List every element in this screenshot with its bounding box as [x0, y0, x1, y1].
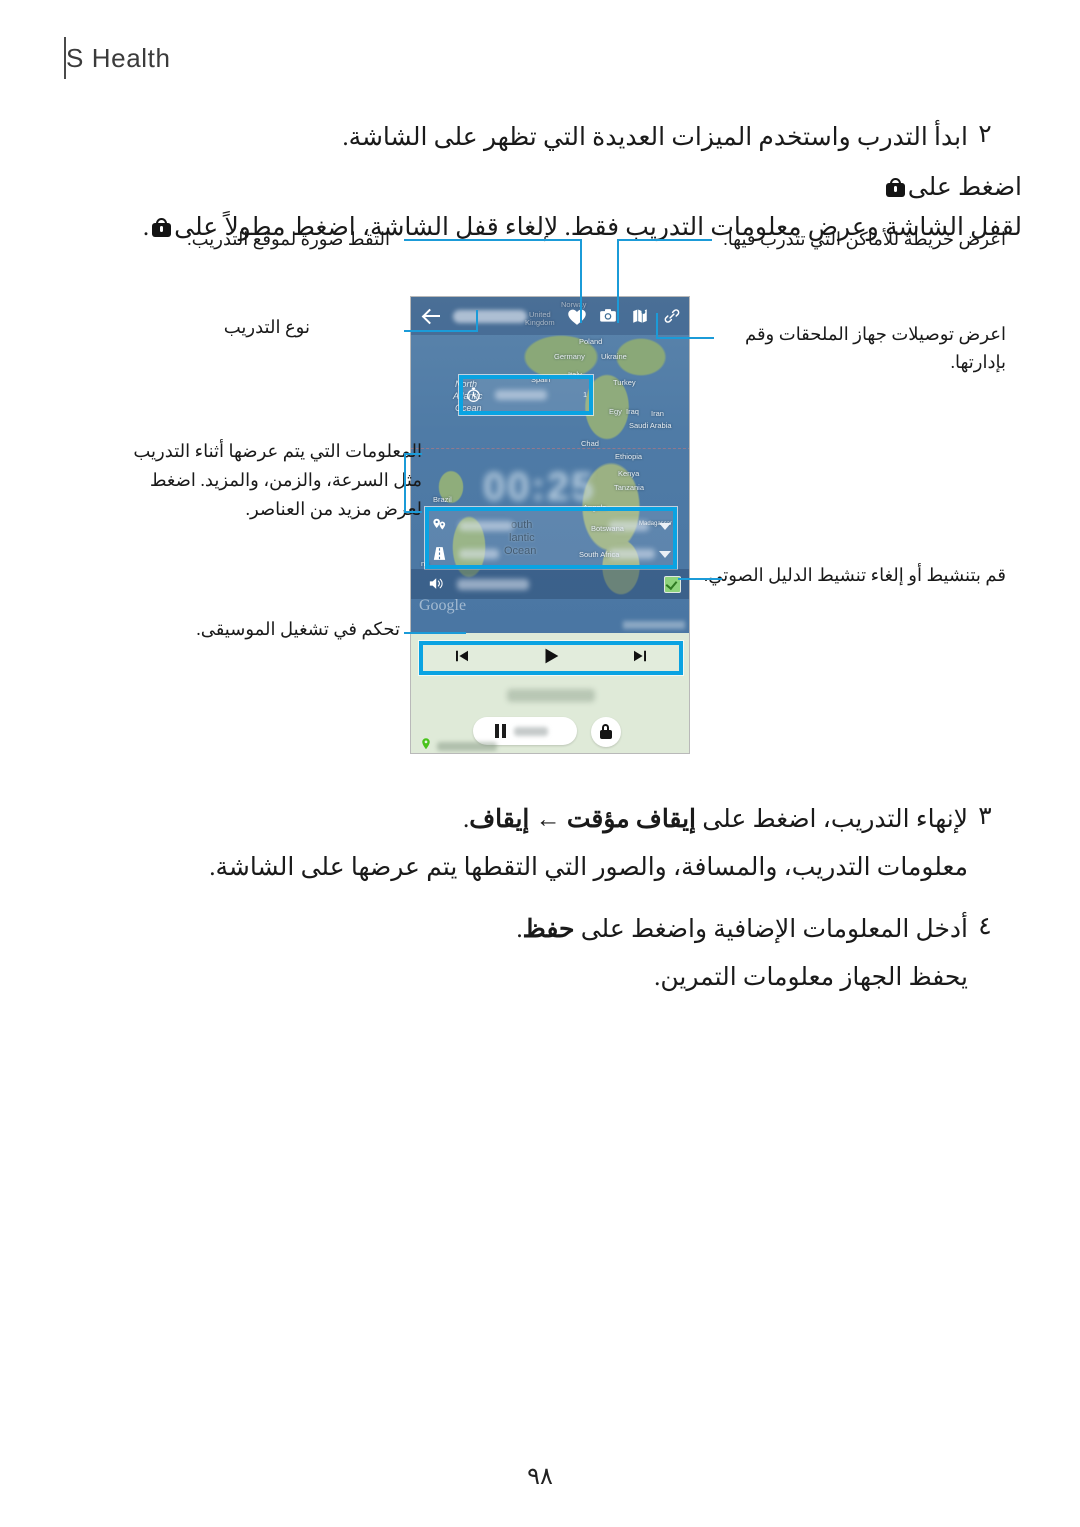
map-label: Poland — [579, 337, 603, 346]
play-icon[interactable] — [540, 645, 562, 672]
location-icon — [431, 517, 449, 535]
status-label — [437, 742, 497, 751]
back-icon[interactable] — [423, 307, 441, 325]
leader-line — [404, 239, 582, 241]
stat-row-location[interactable] — [431, 513, 671, 539]
phone-screenshot: Norway United Kingdom Poland Germany Ukr… — [410, 296, 690, 754]
stat-row-primary[interactable]: 1 — [465, 381, 587, 409]
leader-line — [617, 239, 712, 241]
road-icon — [431, 545, 449, 563]
map-icon[interactable] — [631, 307, 649, 325]
map-label: Germany — [554, 352, 585, 361]
step-4-bold: حفظ — [522, 916, 575, 943]
leader-line — [617, 239, 619, 323]
leader-line — [580, 239, 582, 323]
step-4-text: أدخل المعلومات الإضافية واضغط على حفظ. — [78, 910, 968, 950]
map-label: Brazil — [433, 495, 452, 504]
page-header: S Health — [42, 37, 1022, 79]
step-4-prefix: أدخل المعلومات الإضافية واضغط على — [574, 916, 968, 943]
heart-icon[interactable] — [567, 307, 586, 325]
leader-line — [476, 310, 478, 332]
callout-accessory-connections: اعرض توصيلات جهاز الملحقات وقم بإدارتها. — [744, 324, 1006, 372]
callout-workout-type: نوع التدريب — [223, 317, 310, 337]
leader-line — [656, 313, 658, 339]
map-label: Saudi Arabia — [629, 421, 672, 430]
step-4: ٤ أدخل المعلومات الإضافية واضغط على حفظ.… — [78, 910, 1002, 998]
pause-label — [514, 726, 548, 736]
lock-note-part1: اضغط على — [907, 174, 1022, 201]
step-4-sub: يحفظ الجهاز معلومات التمرين. — [654, 964, 968, 991]
callout-capture-photo: التقط صورة لموقع التدريب. — [187, 229, 390, 249]
timer-display: 00:25 — [483, 465, 596, 509]
map-label: Iraq — [626, 407, 639, 416]
step-2-number: ٢ — [978, 121, 992, 148]
leader-line — [404, 511, 422, 513]
map-label: Chad — [581, 439, 599, 448]
leader-line — [404, 453, 406, 513]
callout-map-view: اعرض خريطة للأماكن التي تتدرب فيها. — [723, 229, 1006, 249]
map-label: Tanzania — [614, 483, 645, 492]
next-track-icon[interactable] — [631, 647, 649, 670]
page-title: S Health — [66, 42, 171, 73]
leader-line — [404, 453, 422, 455]
lock-icon — [885, 178, 905, 197]
music-panel — [411, 633, 689, 753]
map-label: Egy — [609, 407, 622, 416]
map-attribution — [623, 621, 685, 629]
callout-music-control: تحكم في تشغيل الموسيقى. — [196, 619, 400, 639]
map-label: Ukraine — [601, 352, 627, 361]
pause-icon — [495, 724, 506, 738]
stat-unit: 1 — [583, 391, 587, 399]
pin-icon — [419, 737, 433, 753]
google-watermark: Google — [419, 597, 467, 614]
map-label: Iran — [651, 409, 664, 418]
page-number: ٩٨ — [527, 1464, 553, 1490]
audio-guide-row[interactable] — [411, 569, 689, 599]
map-label: Ethiopia — [615, 452, 643, 461]
step-3-bold: إيقاف مؤقت ← إيقاف — [469, 806, 696, 833]
step-2: ٢ ابدأ التدرب واستخدم الميزات العديدة ال… — [78, 118, 1002, 158]
camera-icon[interactable] — [599, 307, 617, 325]
stopwatch-icon — [465, 386, 483, 404]
step-3: ٣ لإنهاء التدريب، اضغط على إيقاف مؤقت ← … — [78, 800, 1002, 888]
step-3-sub: معلومات التدريب، والمسافة، والصور التي ا… — [209, 854, 968, 881]
play-music-label — [507, 689, 595, 702]
chevron-down-icon[interactable] — [659, 550, 671, 558]
audio-guide-label — [457, 578, 529, 590]
chevron-down-icon[interactable] — [659, 522, 671, 530]
step-4-number: ٤ — [978, 913, 992, 940]
map-label: Kenya — [618, 469, 640, 478]
callout-workout-info: المعلومات التي يتم عرضها أثناء التدريب م… — [133, 441, 422, 519]
step-2-text: ابدأ التدرب واستخدم الميزات العديدة التي… — [342, 124, 968, 151]
stat-value-blurred — [495, 390, 547, 400]
leader-line — [404, 632, 466, 634]
prev-track-icon[interactable] — [453, 647, 471, 670]
stat-row-pace[interactable] — [431, 541, 671, 567]
step-3-text: لإنهاء التدريب، اضغط على إيقاف مؤقت ← إي… — [78, 800, 968, 840]
lock-icon — [600, 724, 612, 739]
figure-workout-screen: Norway United Kingdom Poland Germany Ukr… — [0, 225, 1080, 785]
speaker-icon — [427, 575, 445, 593]
stat-value-blurred — [459, 521, 513, 531]
link-icon[interactable] — [663, 307, 681, 325]
music-controls[interactable] — [419, 641, 683, 675]
step-3-number: ٣ — [978, 803, 992, 830]
stat-value-blurred — [609, 549, 655, 559]
status-pin — [419, 737, 497, 753]
workout-title — [453, 309, 527, 323]
stat-label-blurred — [459, 549, 499, 559]
stat-unit-blurred — [609, 521, 649, 531]
header-divider — [64, 37, 66, 79]
step-3-prefix: لإنهاء التدريب، اضغط على — [696, 806, 968, 833]
leader-line — [656, 337, 714, 339]
leader-line — [404, 330, 478, 332]
map-label: Turkey — [613, 378, 636, 387]
leader-line — [678, 578, 722, 580]
callout-audio-guide: قم بتنشيط أو إلغاء تنشيط الدليل الصوتي. — [703, 565, 1006, 585]
lock-button[interactable] — [591, 717, 621, 747]
